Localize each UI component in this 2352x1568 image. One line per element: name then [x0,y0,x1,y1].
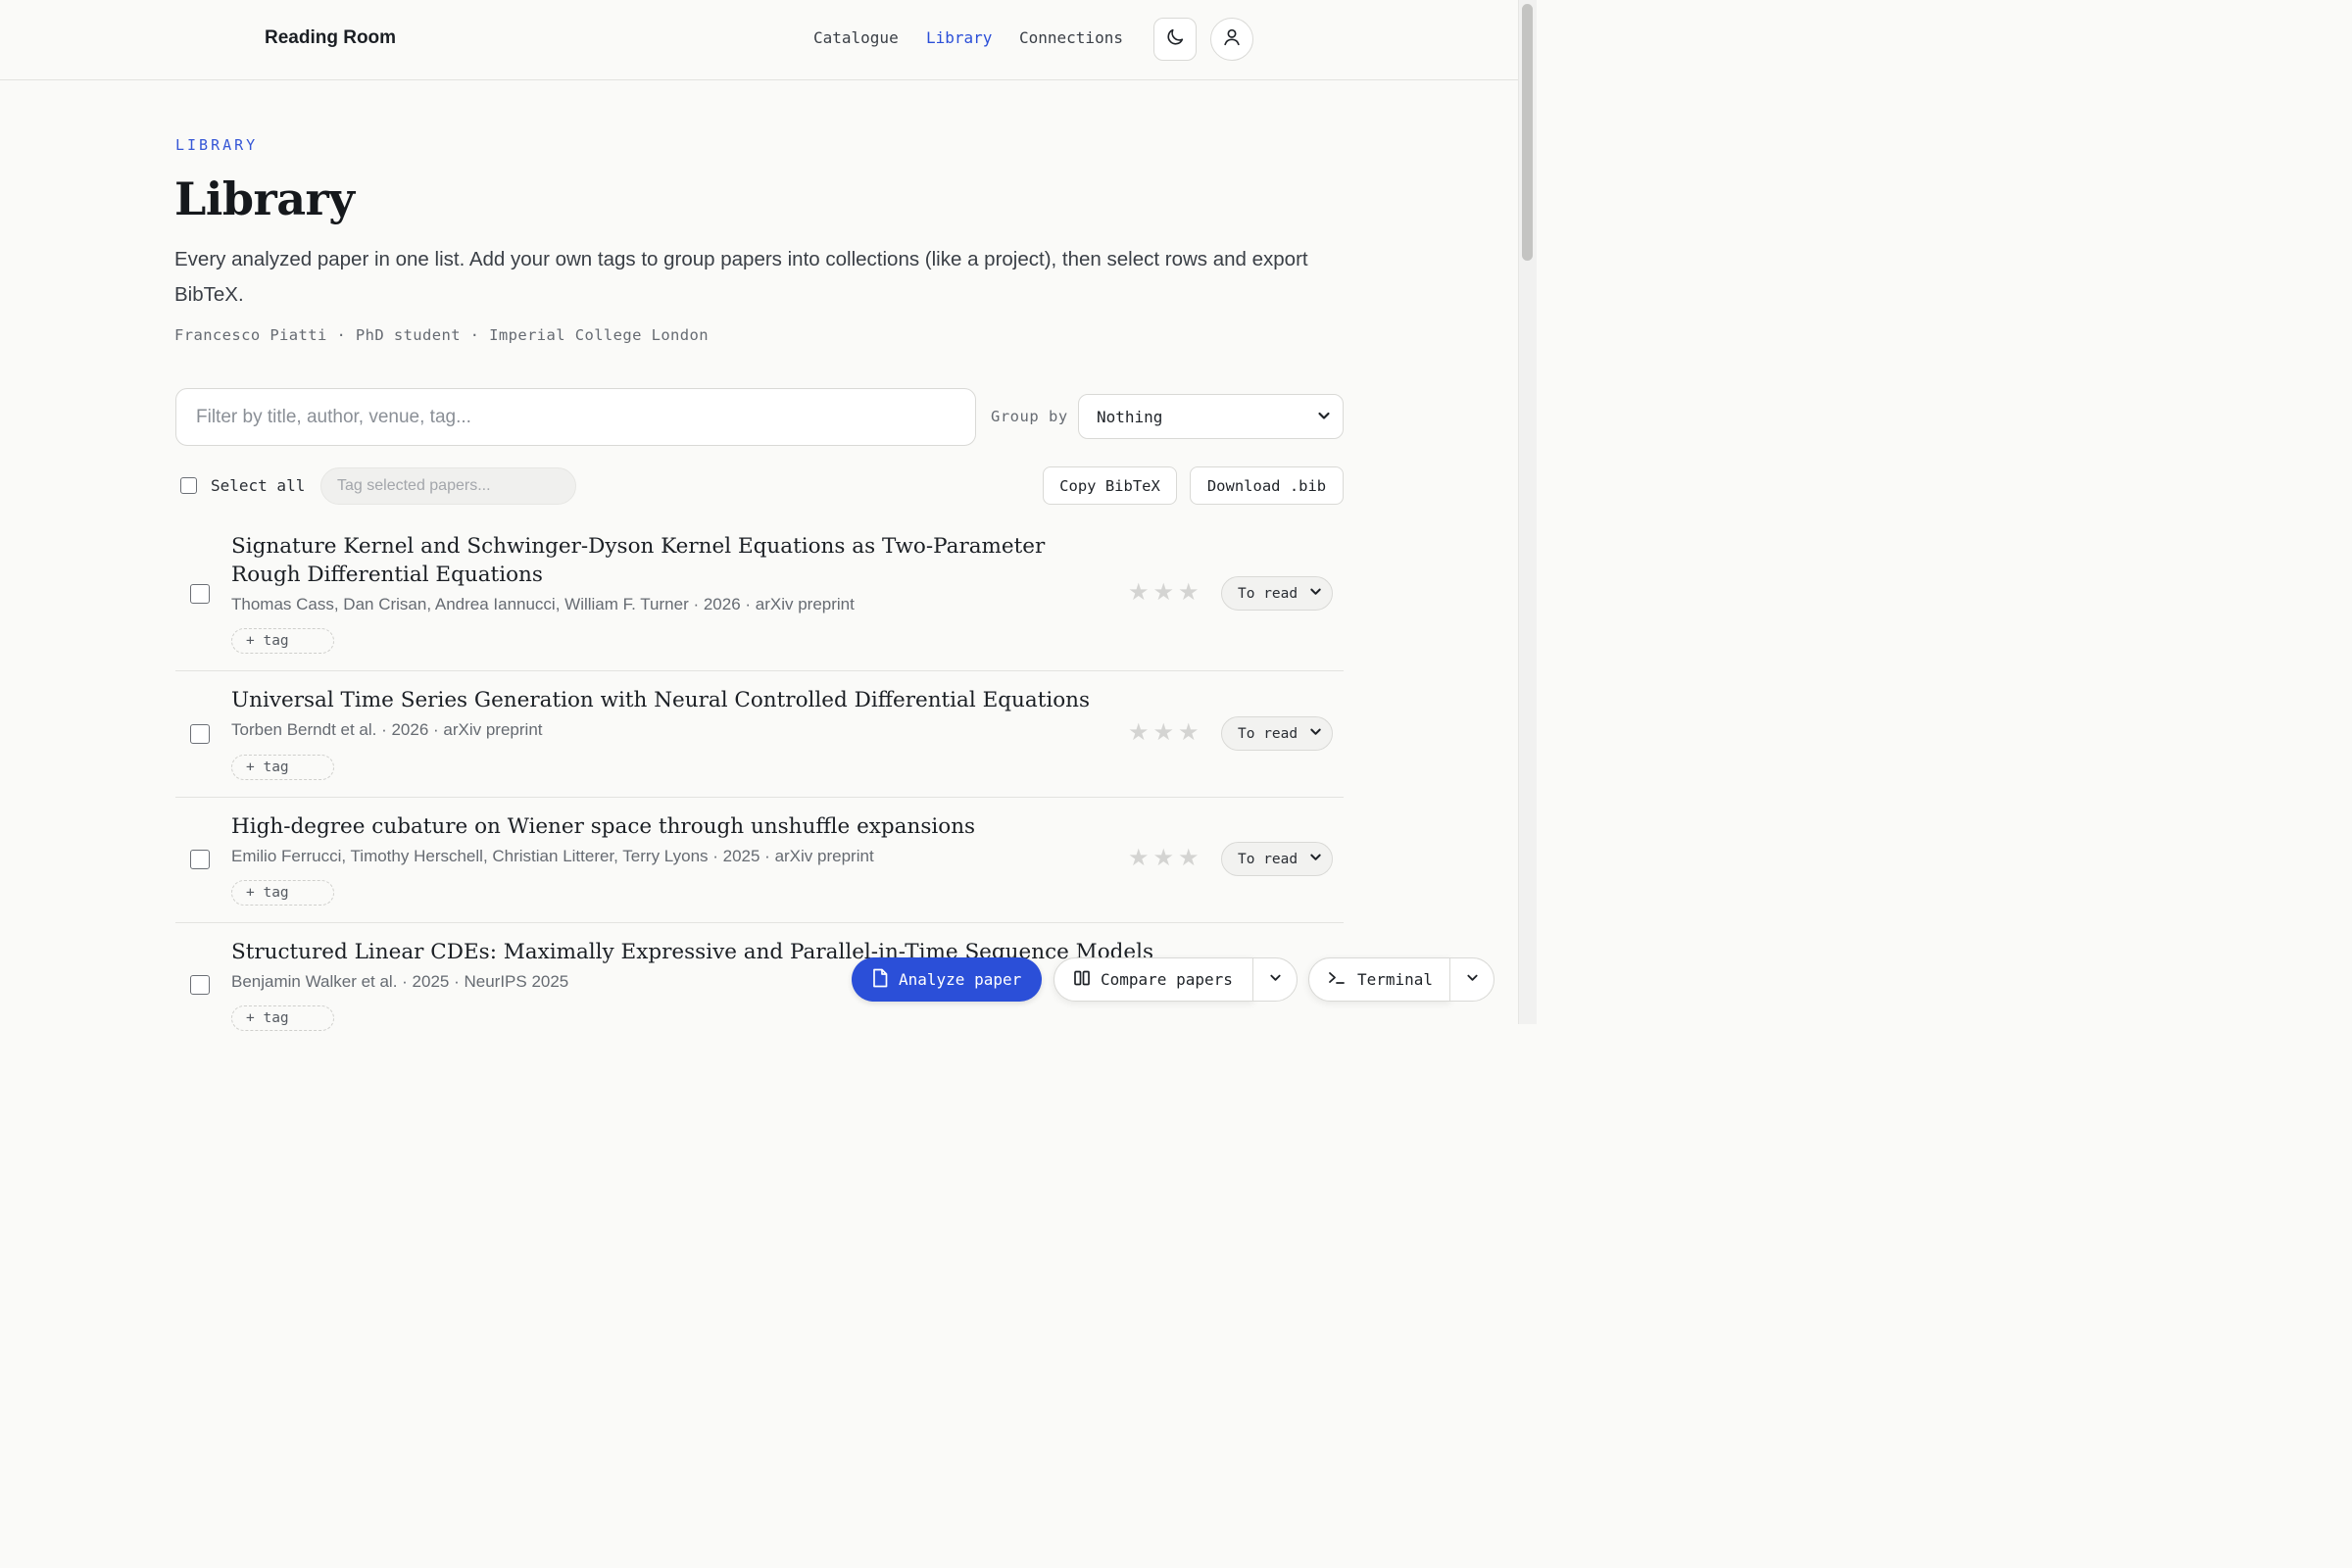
theme-toggle-button[interactable] [1153,18,1197,61]
status-value: To read [1238,851,1298,867]
select-all-label[interactable]: Select all [211,476,305,495]
add-tag-button[interactable]: + tag [231,628,334,654]
select-all-checkbox[interactable] [180,477,197,494]
terminal-menu-button[interactable] [1449,957,1494,1002]
analyze-paper-button[interactable]: Analyze paper [852,957,1042,1002]
user-byline: Francesco Piatti · PhD student · Imperia… [174,326,709,344]
chevron-down-icon [1269,971,1282,989]
paper-meta: Torben Berndt et al. · 2026 · arXiv prep… [231,720,543,739]
group-by-select[interactable]: Nothing [1078,394,1344,439]
document-icon [871,968,889,992]
add-tag-button[interactable]: + tag [231,755,334,780]
chevron-down-icon [1309,585,1322,602]
add-tag-button[interactable]: + tag [231,880,334,906]
page-title: Library [174,172,355,225]
chevron-down-icon [1309,725,1322,742]
filter-input[interactable] [175,388,976,446]
paper-title[interactable]: High-degree cubature on Wiener space thr… [231,812,1113,841]
tag-selected-input[interactable]: Tag selected papers... [320,467,576,505]
rating-stars[interactable]: ★★★ [1128,578,1203,607]
nav-connections[interactable]: Connections [1019,28,1123,47]
group-by-value: Nothing [1097,407,1163,426]
paper-title[interactable]: Universal Time Series Generation with Ne… [231,686,1113,714]
group-by-label: Group by [991,408,1068,425]
row-divider [175,670,1344,671]
brand-title[interactable]: Reading Room [265,27,396,49]
nav-catalogue[interactable]: Catalogue [813,28,899,47]
moon-icon [1164,26,1186,53]
account-button[interactable] [1210,18,1253,61]
compare-menu-button[interactable] [1252,957,1298,1002]
add-tag-button[interactable]: + tag [231,1005,334,1031]
paper-title[interactable]: Signature Kernel and Schwinger-Dyson Ker… [231,532,1113,589]
terminal-icon [1328,970,1346,990]
status-value: To read [1238,585,1298,602]
columns-icon [1073,969,1091,991]
paper-meta: Benjamin Walker et al. · 2025 · NeurIPS … [231,972,569,991]
scrollbar-thumb[interactable] [1522,4,1533,261]
status-select[interactable]: To read [1221,576,1333,611]
row-checkbox[interactable] [190,584,210,604]
paper-meta: Emilio Ferrucci, Timothy Herschell, Chri… [231,847,874,865]
terminal-button[interactable]: Terminal [1308,957,1450,1002]
rating-stars[interactable]: ★★★ [1128,844,1203,872]
page-intro: Every analyzed paper in one list. Add yo… [174,248,1308,306]
download-bib-button[interactable]: Download .bib [1190,466,1344,505]
compare-papers-label: Compare papers [1101,970,1233,989]
terminal-label: Terminal [1357,970,1434,989]
chevron-down-icon [1309,851,1322,867]
user-icon [1221,26,1243,53]
chevron-down-icon [1317,408,1331,426]
status-select[interactable]: To read [1221,842,1333,876]
top-bar: Reading Room Catalogue Library Connectio… [0,0,1518,80]
row-checkbox[interactable] [190,850,210,869]
page-eyebrow: LIBRARY [175,136,259,154]
row-checkbox[interactable] [190,975,210,995]
copy-bibtex-button[interactable]: Copy BibTeX [1043,466,1177,505]
nav-library[interactable]: Library [926,28,992,47]
chevron-down-icon [1466,971,1479,989]
row-checkbox[interactable] [190,724,210,744]
rating-stars[interactable]: ★★★ [1128,718,1203,747]
paper-meta: Thomas Cass, Dan Crisan, Andrea Iannucci… [231,595,855,613]
status-select[interactable]: To read [1221,716,1333,751]
analyze-paper-label: Analyze paper [899,970,1022,989]
row-divider [175,797,1344,798]
status-value: To read [1238,725,1298,742]
row-divider [175,922,1344,923]
compare-papers-button[interactable]: Compare papers [1054,957,1253,1002]
